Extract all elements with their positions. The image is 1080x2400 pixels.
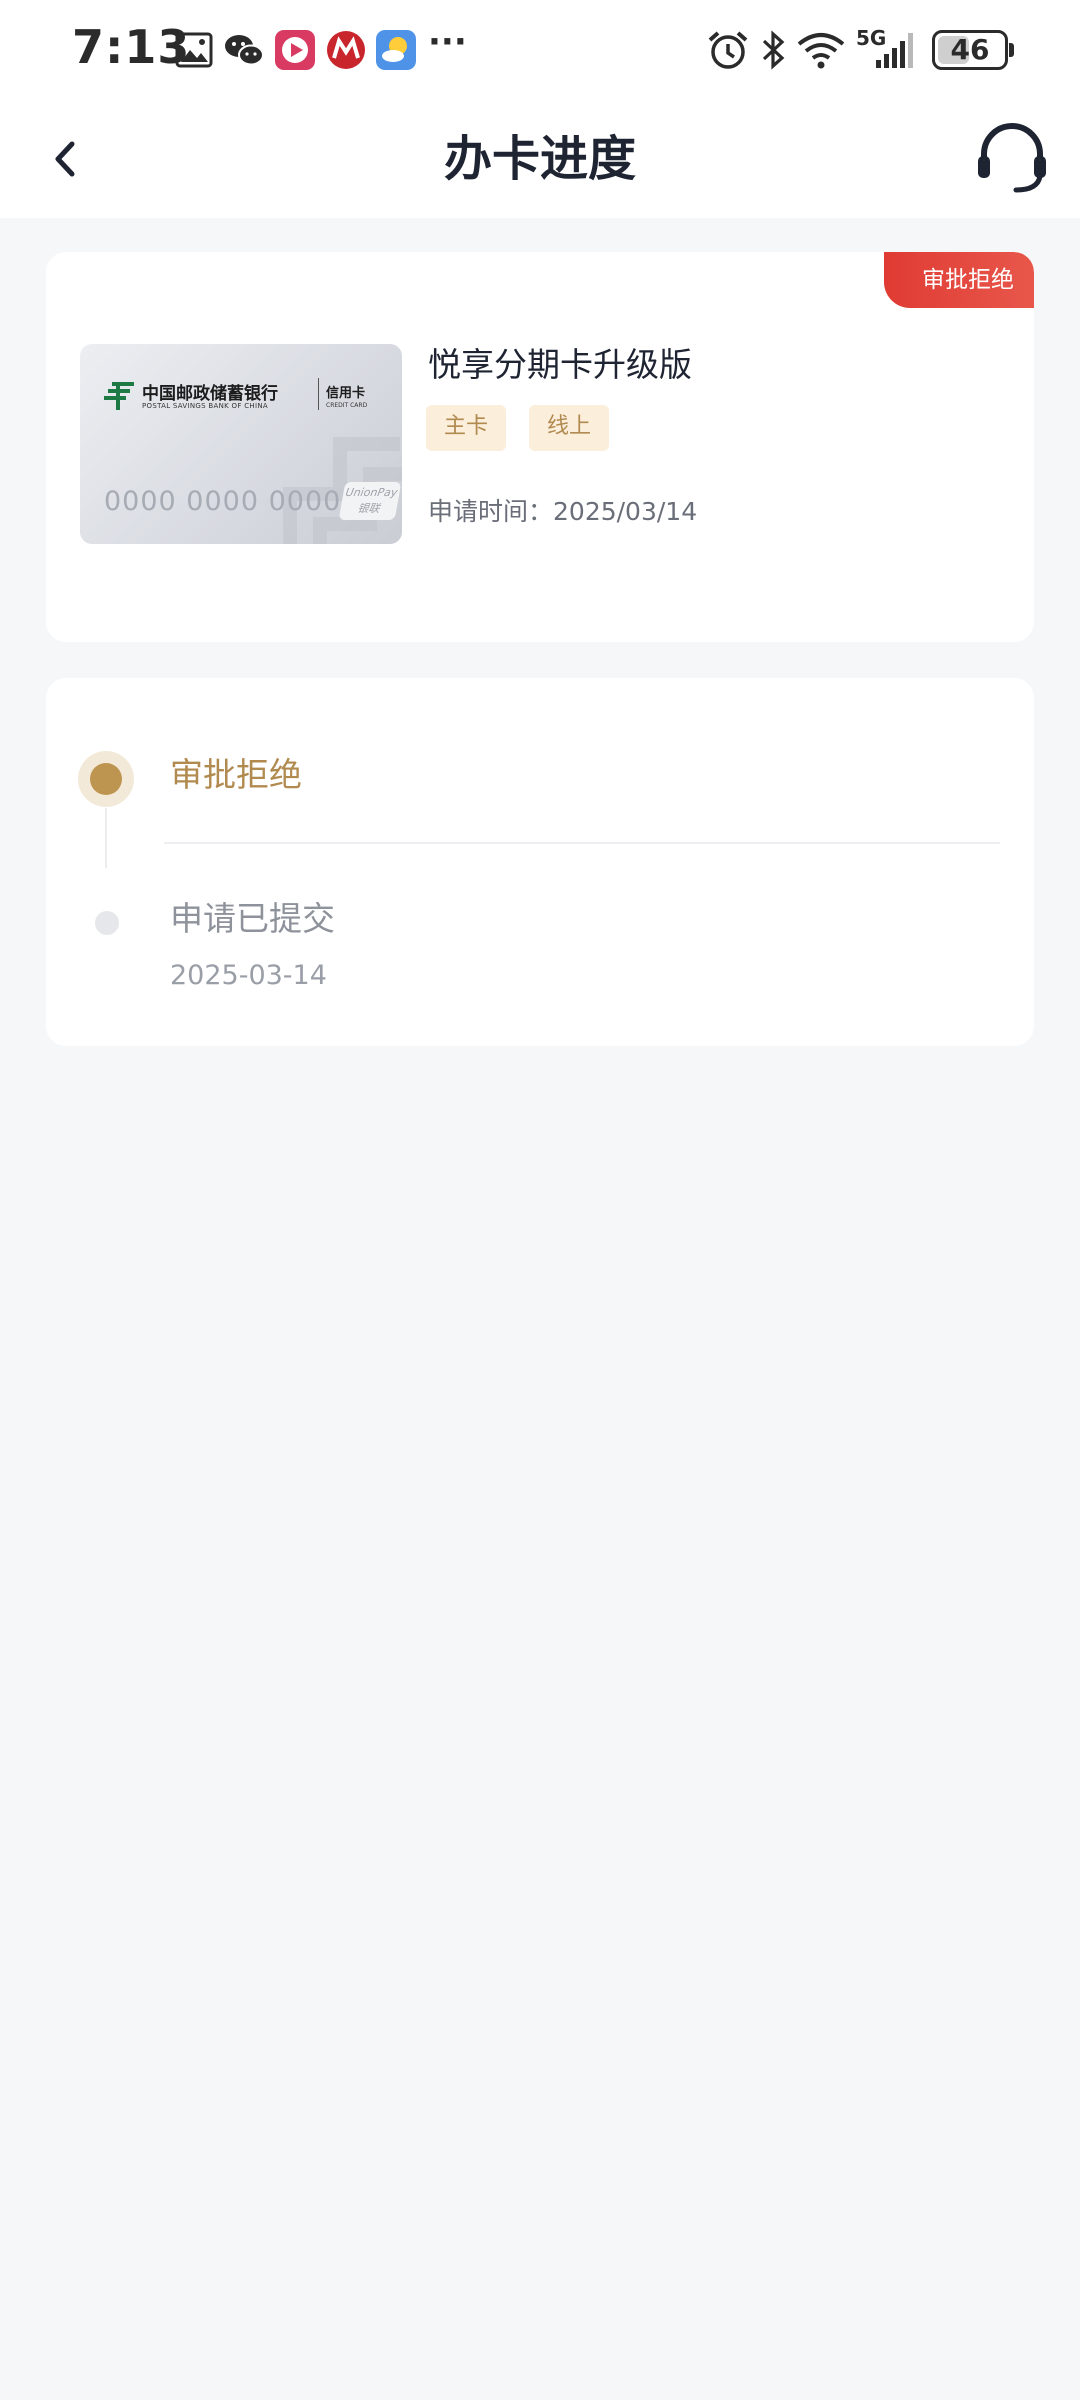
merchants-app-icon — [327, 31, 365, 69]
more-notifications-icon: ··· — [428, 22, 467, 62]
battery-level: 46 — [950, 33, 990, 66]
card-number: 0000 0000 0000 — [104, 486, 342, 517]
status-badge: 审批拒绝 — [884, 252, 1034, 308]
headset-icon[interactable] — [974, 116, 1050, 196]
wechat-icon — [225, 35, 264, 66]
card-product-name: 悦享分期卡升级版 — [428, 345, 692, 384]
card-pattern — [283, 437, 402, 544]
alarm-icon — [708, 31, 748, 69]
video-app-icon — [275, 30, 315, 70]
gallery-icon — [175, 32, 213, 68]
card-type: 信用卡 — [326, 386, 366, 401]
tag-online: 线上 — [529, 405, 610, 451]
status-time: 7:13 — [72, 20, 191, 74]
card-bank-name-en: POSTAL SAVINGS BANK OF CHINA — [142, 402, 268, 410]
wifi-icon — [797, 33, 845, 69]
card-type-en: CREDIT CARD — [326, 402, 368, 409]
timeline-dot-inactive — [95, 911, 119, 935]
nav-bar: 办卡进度 — [0, 100, 1080, 218]
postal-logo-icon — [104, 382, 134, 410]
step-submitted-label: 申请已提交 — [170, 899, 335, 938]
page-title: 办卡进度 — [443, 131, 636, 187]
bluetooth-icon — [762, 30, 785, 70]
status-bar: 7:13 ··· 5G 46 — [0, 0, 1080, 100]
apply-time: 申请时间：2025/03/14 — [428, 492, 697, 528]
unionpay-logo: UnionPay 银联 — [338, 482, 402, 520]
step-rejected-label: 审批拒绝 — [170, 755, 302, 794]
apply-time-label: 申请时间： — [428, 497, 554, 526]
timeline-line — [105, 808, 107, 868]
battery-icon: 46 — [932, 30, 1014, 70]
progress-timeline: 审批拒绝 申请已提交 2025-03-14 — [46, 678, 1034, 1046]
apply-time-value: 2025/03/14 — [553, 497, 698, 526]
timeline-dot-active — [90, 763, 122, 795]
cellular-signal-icon — [876, 33, 913, 68]
card-bank-logo: 中国邮政储蓄银行 POSTAL SAVINGS BANK OF CHINA 信用… — [104, 378, 394, 418]
tag-main-card: 主卡 — [426, 405, 507, 451]
application-card[interactable]: 审批拒绝 中国邮政储蓄银行 POSTAL SAVINGS BANK OF CHI… — [46, 252, 1034, 642]
divider — [164, 842, 1000, 844]
credit-card-image: 中国邮政储蓄银行 POSTAL SAVINGS BANK OF CHINA 信用… — [80, 344, 402, 544]
step-submitted-date: 2025-03-14 — [170, 960, 327, 991]
weather-app-icon — [376, 30, 416, 70]
card-bank-name: 中国邮政储蓄银行 — [142, 384, 278, 404]
